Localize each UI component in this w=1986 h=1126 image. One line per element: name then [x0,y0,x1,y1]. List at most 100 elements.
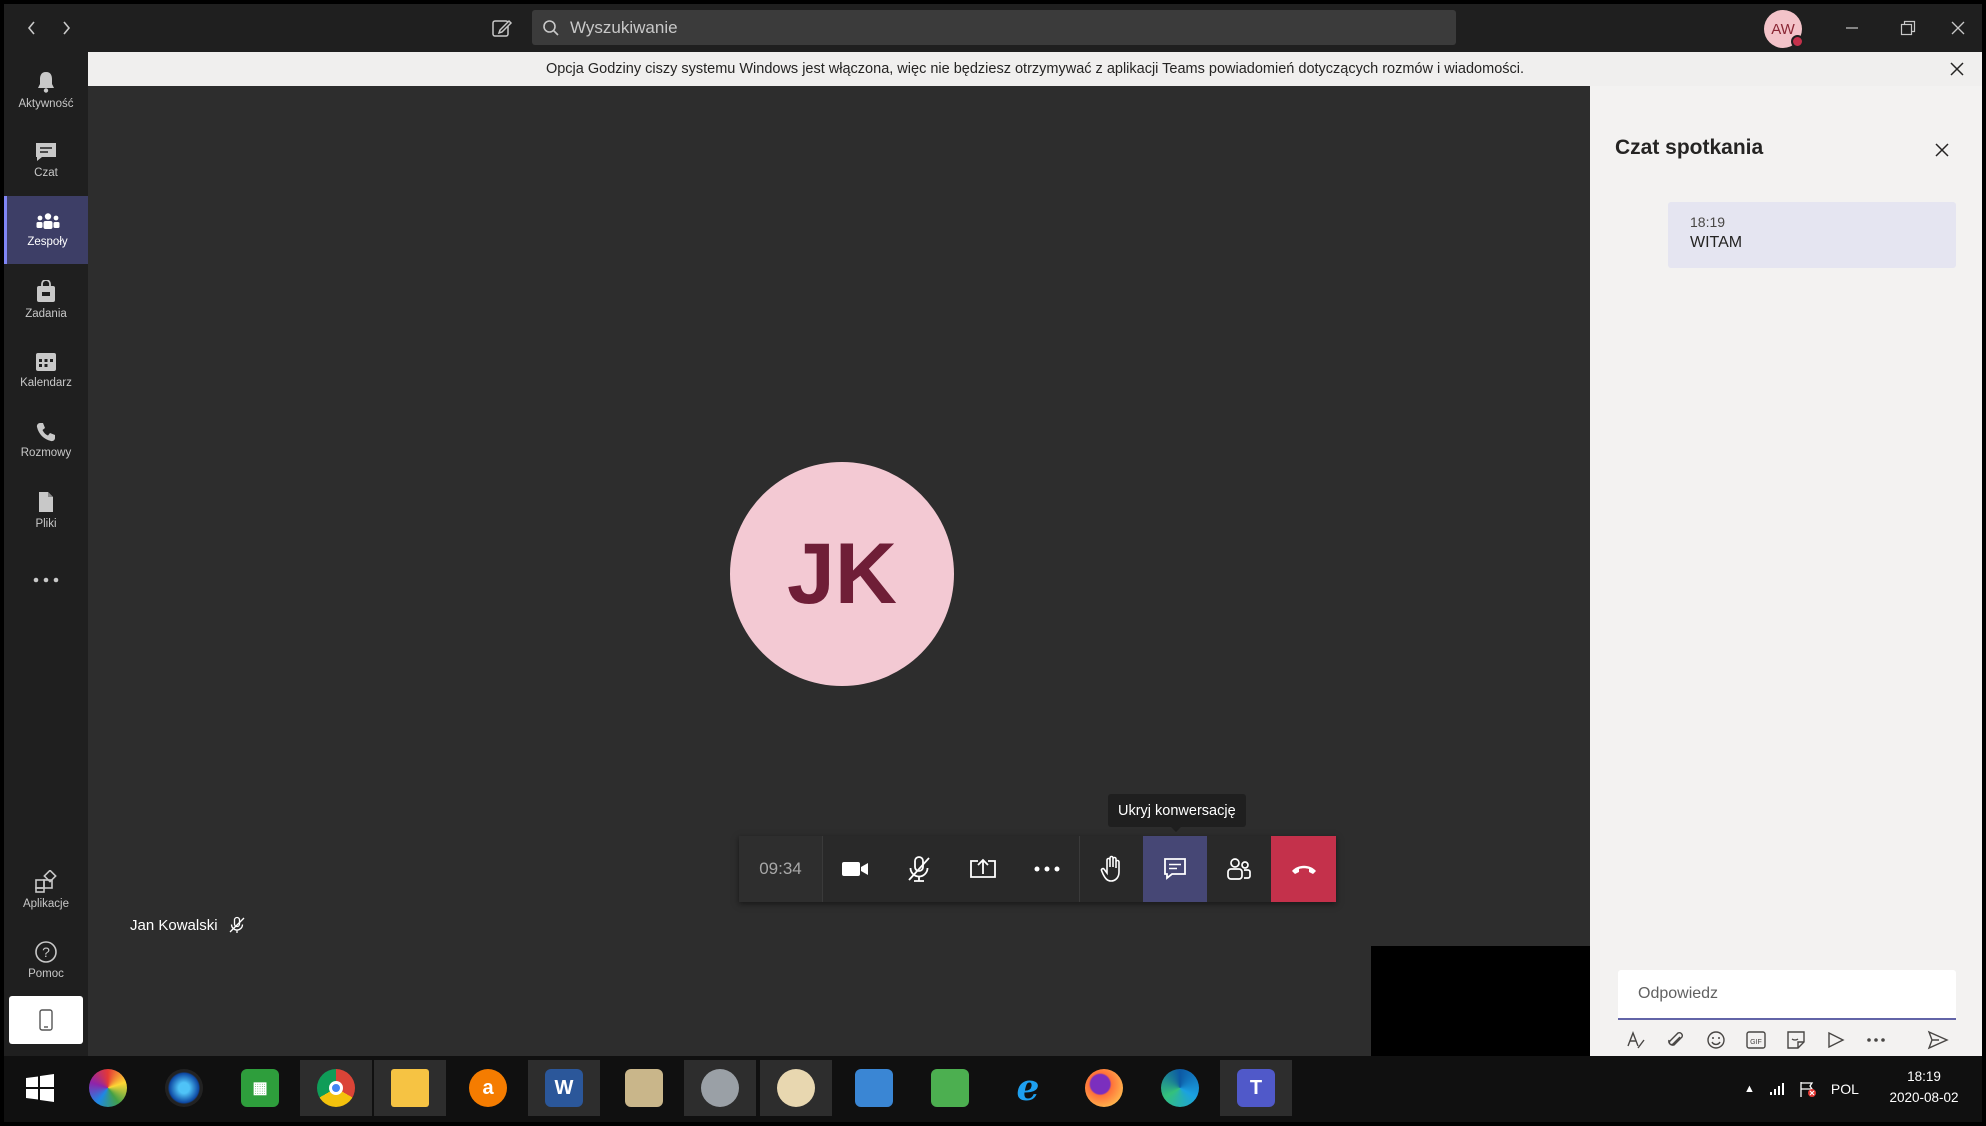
emoji-icon[interactable] [1696,1026,1736,1054]
rail-item-teams[interactable]: Zespoły [4,196,88,264]
share-button[interactable] [951,836,1015,902]
send-icon[interactable] [1918,1026,1958,1054]
taskbar-app-chrome[interactable] [300,1060,372,1116]
start-button[interactable] [4,1060,76,1116]
paint-palette-icon [777,1069,815,1107]
meeting-chat-panel: Czat spotkania 18:19 WITAM GIF [1590,86,1982,1056]
quiet-hours-banner: Opcja Godziny ciszy systemu Windows jest… [88,52,1982,86]
taskbar-app-edge[interactable] [1144,1060,1216,1116]
rail-item-calls[interactable]: Rozmowy [4,406,88,474]
mute-button[interactable] [887,836,951,902]
seal-icon [701,1069,739,1107]
banner-close-button[interactable] [1944,56,1970,82]
title-bar: Wyszukiwanie AW [4,4,1982,52]
windows-taskbar: ▦ a W e T ▲ POL 18:19 2020-08-02 [4,1056,1982,1122]
language-indicator[interactable]: POL [1831,1081,1859,1097]
help-icon: ? [35,941,57,963]
edge-icon [1161,1069,1199,1107]
rail-item-chat[interactable]: Czat [4,126,88,194]
chat-message: 18:19 WITAM [1668,202,1956,268]
taskbar-app-seal[interactable] [684,1060,756,1116]
chat-close-button[interactable] [1930,138,1954,162]
taskbar-app-avast[interactable]: a [452,1060,524,1116]
user-avatar[interactable]: AW [1764,10,1804,48]
taskbar-app-ie[interactable]: e [992,1060,1064,1116]
rail-label: Zespoły [27,236,68,248]
rail-label: Aktywność [18,98,74,110]
more-options-icon[interactable] [1856,1026,1896,1054]
camera-lens-icon [165,1069,203,1107]
hang-up-button[interactable] [1271,836,1336,902]
picasa-icon [89,1069,127,1107]
taskbar-app-remote[interactable] [838,1060,910,1116]
taskbar-app-mail[interactable] [914,1060,986,1116]
chat-icon [36,143,56,161]
gif-icon[interactable]: GIF [1736,1026,1776,1054]
rail-item-tasks[interactable]: Zadania [4,266,88,334]
rail-item-apps[interactable]: Aplikacje [4,856,88,924]
raise-hand-icon [1100,855,1120,882]
back-icon[interactable] [18,4,46,52]
search-box[interactable]: Wyszukiwanie [532,10,1456,45]
mail-icon [931,1069,969,1107]
mobile-phone-icon [39,1009,53,1031]
bell-icon [38,72,54,93]
mic-off-icon [908,856,930,882]
action-center-flag-icon[interactable] [1799,1080,1817,1098]
teams-icon: T [1237,1069,1275,1107]
word-icon: W [545,1069,583,1107]
close-icon [1950,62,1964,76]
rail-item-activity[interactable]: Aktywność [4,56,88,124]
store-icon: ▦ [241,1069,279,1107]
close-icon [1935,143,1949,157]
minimize-button[interactable] [1824,4,1880,52]
participant-name-label: Jan Kowalski [130,916,246,934]
rail-label: Aplikacje [22,898,70,910]
rail-item-help[interactable]: ? Pomoc [4,926,88,994]
raise-hand-button[interactable] [1079,836,1143,902]
rail-label: Czat [34,167,58,179]
taskbar-clock[interactable]: 18:19 2020-08-02 [1874,1066,1974,1108]
reply-box[interactable] [1618,970,1956,1020]
taskbar-app-notes[interactable] [608,1060,680,1116]
share-screen-icon [970,858,996,878]
teams-window: Wyszukiwanie AW Aktywność Czat Zespoły Z… [4,4,1982,1122]
phone-icon [36,423,55,442]
more-apps-button[interactable] [4,546,88,614]
clock-time: 18:19 [1907,1069,1941,1084]
reply-input[interactable] [1618,970,1956,1018]
taskbar-app-lens[interactable] [148,1060,220,1116]
chat-toggle-button[interactable] [1143,836,1207,902]
mobile-app-button[interactable] [9,996,83,1044]
rail-label: Pomoc [28,968,64,980]
compose-icon[interactable] [482,4,522,52]
meet-now-icon[interactable] [1816,1026,1856,1054]
taskbar-app-firefox[interactable] [1068,1060,1140,1116]
forward-icon[interactable] [52,4,80,52]
network-icon[interactable] [1769,1082,1787,1096]
rail-item-files[interactable]: Pliki [4,476,88,544]
tooltip-arrow [1170,826,1182,832]
tray-chevron-icon[interactable]: ▲ [1744,1083,1755,1095]
attach-icon[interactable] [1656,1026,1696,1054]
calendar-icon [36,353,56,371]
close-window-button[interactable] [1934,4,1982,52]
more-actions-button[interactable] [1015,836,1079,902]
taskbar-app-word[interactable]: W [528,1060,600,1116]
restore-button[interactable] [1880,4,1936,52]
taskbar-app-picasa[interactable] [72,1060,144,1116]
taskbar-app-teams[interactable]: T [1220,1060,1292,1116]
participants-button[interactable] [1207,836,1271,902]
taskbar-app-explorer[interactable] [374,1060,446,1116]
composer-toolbar: GIF [1616,1026,1966,1054]
svg-text:?: ? [42,944,50,960]
user-initials: AW [1771,20,1795,38]
meeting-stage: JK Jan Kowalski Ukryj konwersację 09:34 [88,86,1590,1056]
format-icon[interactable] [1616,1026,1656,1054]
camera-button[interactable] [823,836,887,902]
sticker-icon[interactable] [1776,1026,1816,1054]
svg-text:GIF: GIF [1750,1039,1762,1046]
taskbar-app-store[interactable]: ▦ [224,1060,296,1116]
taskbar-app-paint[interactable] [760,1060,832,1116]
rail-item-calendar[interactable]: Kalendarz [4,336,88,404]
